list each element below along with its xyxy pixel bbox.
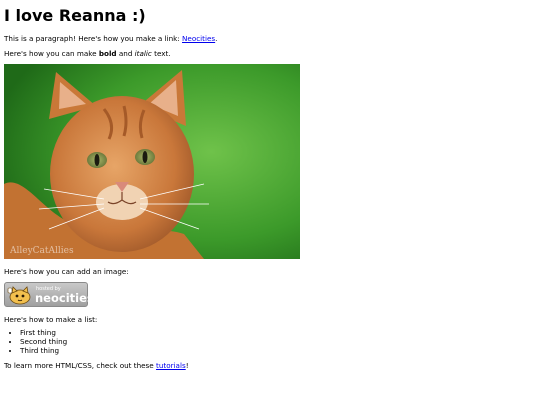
cat-photo: AlleyCatAllies bbox=[4, 64, 300, 259]
watermark-text: AlleyCatAllies bbox=[9, 246, 74, 256]
list-item: First thing bbox=[20, 328, 67, 337]
list-item: Second thing bbox=[20, 337, 67, 346]
intro-text: This is a paragraph! Here's how you make… bbox=[4, 34, 183, 43]
list-item: Third thing bbox=[20, 346, 67, 355]
image-caption: Here's how you can add an image: bbox=[4, 267, 129, 276]
page: I love Reanna :) This is a paragraph! He… bbox=[0, 0, 540, 405]
tutorials-link[interactable]: tutorials bbox=[156, 361, 186, 370]
format-after: text. bbox=[151, 49, 171, 58]
intro-paragraph: This is a paragraph! Here's how you make… bbox=[4, 34, 217, 44]
format-middle: and bbox=[116, 49, 135, 58]
neocities-cat-icon bbox=[7, 286, 31, 305]
hosted-by-neocities-badge[interactable]: hosted by neocities bbox=[4, 282, 94, 307]
footer-text: To learn more HTML/CSS, check out these bbox=[4, 361, 157, 370]
neocities-link[interactable]: Neocities bbox=[182, 34, 215, 43]
format-before: Here's how you can make bbox=[4, 49, 99, 58]
italic-text: italic bbox=[134, 49, 152, 58]
example-list: First thing Second thing Third thing bbox=[4, 328, 67, 355]
footer-paragraph: To learn more HTML/CSS, check out these … bbox=[4, 361, 189, 371]
bold-text: bold bbox=[98, 49, 117, 58]
badge-neocities: neocities bbox=[35, 291, 94, 305]
list-intro: Here's how to make a list: bbox=[4, 315, 98, 324]
intro-period: . bbox=[215, 34, 218, 43]
page-title: I love Reanna :) bbox=[4, 6, 146, 25]
formatting-paragraph: Here's how you can make bold and italic … bbox=[4, 49, 171, 59]
footer-exclaim: ! bbox=[185, 361, 189, 370]
